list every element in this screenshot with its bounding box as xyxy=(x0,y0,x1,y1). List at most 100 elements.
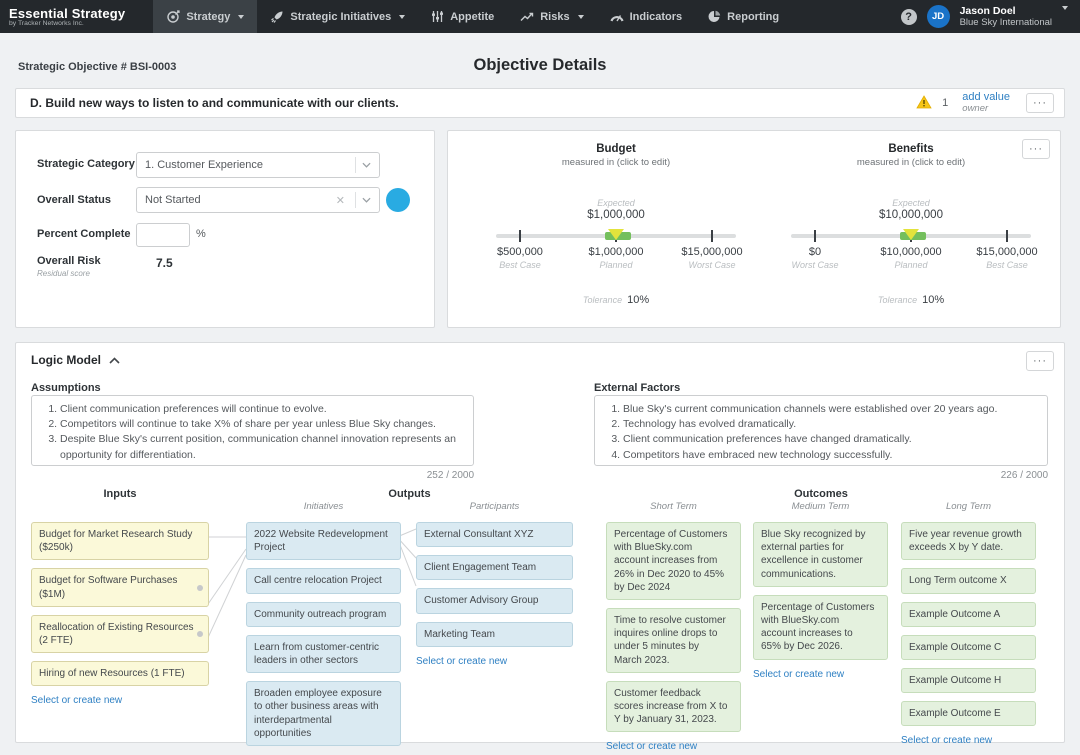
risk-value: 7.5 xyxy=(156,256,173,270)
percent-suffix: % xyxy=(196,228,206,240)
outcome-item[interactable]: Example Outcome H xyxy=(901,667,1036,694)
caret-down-icon xyxy=(577,14,584,19)
select-or-create-link[interactable]: Select or create new xyxy=(606,741,741,752)
external-factors-textarea[interactable]: Blue Sky's current communication channel… xyxy=(594,395,1048,466)
outcomes-header: Outcomes xyxy=(794,488,848,500)
objective-more-button[interactable]: ··· xyxy=(1026,93,1054,113)
nav-item-strategic-initiatives[interactable]: Strategic Initiatives xyxy=(257,0,418,33)
add-value-link[interactable]: add value xyxy=(962,91,1010,103)
select-or-create-link[interactable]: Select or create new xyxy=(901,735,1036,746)
outcome-item[interactable]: Time to resolve customer inquires online… xyxy=(606,607,741,673)
status-select[interactable]: Not Started ✕ xyxy=(136,187,380,213)
user-menu[interactable]: Jason Doel Blue Sky International xyxy=(960,5,1052,28)
nav-item-appetite[interactable]: Appetite xyxy=(418,0,507,33)
budget-slider[interactable] xyxy=(496,229,736,243)
caret-down-icon xyxy=(238,14,245,19)
outcome-item[interactable]: Blue Sky recognized by external parties … xyxy=(753,522,888,587)
assumptions-label: Assumptions xyxy=(31,382,101,394)
chevron-up-icon[interactable] xyxy=(109,356,120,364)
percent-input[interactable] xyxy=(136,223,190,247)
input-item[interactable]: Reallocation of Existing Resources (2 FT… xyxy=(31,614,209,654)
pie-chart-icon xyxy=(708,10,721,23)
tick-value: $500,000 xyxy=(497,246,543,258)
budget-measure: Budget measured in (click to edit) Expec… xyxy=(496,131,743,306)
outcome-item[interactable]: Long Term outcome X xyxy=(901,568,1036,594)
benefits-tolerance: Tolerance 10% xyxy=(791,294,1031,306)
warning-icon xyxy=(916,94,932,112)
nav-item-indicators[interactable]: Indicators xyxy=(597,0,696,33)
benefits-expected-label: Expected xyxy=(892,198,930,208)
percent-label: Percent Complete xyxy=(37,228,131,240)
initiative-item[interactable]: Community outreach program xyxy=(246,601,401,627)
outcome-item[interactable]: Example Outcome A xyxy=(901,601,1036,627)
initiative-item[interactable]: Broaden employee exposure to other busin… xyxy=(246,681,401,746)
initiatives-column: Initiatives 2022 Website Redevelopment P… xyxy=(246,501,401,755)
target-icon xyxy=(166,9,180,24)
long-term-column: Long Term Five year revenue growth excee… xyxy=(901,501,1036,746)
benefits-title: Benefits xyxy=(888,143,934,155)
select-or-create-link[interactable]: Select or create new xyxy=(31,695,209,706)
participant-item[interactable]: External Consultant XYZ xyxy=(416,522,573,548)
tick-value: $0 xyxy=(808,246,822,258)
caret-down-icon xyxy=(1062,6,1068,10)
external-factors-label: External Factors xyxy=(594,382,681,394)
category-label: Strategic Category xyxy=(37,158,135,170)
status-label: Overall Status xyxy=(37,194,111,206)
status-value: Not Started xyxy=(145,194,201,206)
nav-item-strategy[interactable]: Strategy xyxy=(153,0,258,33)
nav-item-label: Strategic Initiatives xyxy=(290,10,392,23)
connector-dot-icon[interactable] xyxy=(197,584,203,591)
top-nav: Essential Strategy by Tracker Networks I… xyxy=(0,0,1080,33)
medium-term-subheader: Medium Term xyxy=(791,501,850,512)
category-select[interactable]: 1. Customer Experience xyxy=(136,152,380,178)
participant-item[interactable]: Client Engagement Team xyxy=(416,555,573,581)
benefits-expected-value: $10,000,000 xyxy=(879,209,943,221)
app-logo[interactable]: Essential Strategy by Tracker Networks I… xyxy=(0,0,135,33)
chevron-down-icon xyxy=(362,162,371,168)
short-term-column: Short Term Percentage of Customers with … xyxy=(606,501,741,752)
nav-item-label: Appetite xyxy=(450,10,495,23)
outcome-item[interactable]: Percentage of Customers with BlueSky.com… xyxy=(753,594,888,660)
nav-menu: Strategy Strategic Initiatives Appetite xyxy=(153,0,792,33)
budget-marker-icon[interactable] xyxy=(608,229,624,240)
select-or-create-link[interactable]: Select or create new xyxy=(753,669,888,680)
caret-down-icon xyxy=(399,14,406,19)
budget-subtitle[interactable]: measured in (click to edit) xyxy=(496,157,736,168)
inputs-header: Inputs xyxy=(103,488,137,500)
objective-bar: D. Build new ways to listen to and commu… xyxy=(15,88,1065,118)
connector-dot-icon[interactable] xyxy=(197,630,203,637)
short-term-subheader: Short Term xyxy=(650,501,697,512)
gauge-icon xyxy=(610,11,624,23)
benefits-marker-icon[interactable] xyxy=(903,229,919,240)
nav-item-reporting[interactable]: Reporting xyxy=(695,0,792,33)
initiative-item[interactable]: Call centre relocation Project xyxy=(246,568,401,594)
input-item[interactable]: Budget for Market Research Study ($250k) xyxy=(31,522,209,561)
participant-item[interactable]: Customer Advisory Group xyxy=(416,588,573,614)
benefits-subtitle[interactable]: measured in (click to edit) xyxy=(791,157,1031,168)
assumptions-textarea[interactable]: Client communication preferences will co… xyxy=(31,395,474,466)
outcome-item[interactable]: Five year revenue growth exceeds X by Y … xyxy=(901,522,1036,561)
objective-title: D. Build new ways to listen to and commu… xyxy=(30,96,399,110)
logic-model-header[interactable]: Logic Model xyxy=(31,353,120,367)
logic-more-button[interactable]: ··· xyxy=(1026,351,1054,371)
outcome-item[interactable]: Example Outcome E xyxy=(901,701,1036,727)
clear-icon[interactable]: ✕ xyxy=(332,194,349,207)
avatar[interactable]: JD xyxy=(926,5,950,28)
outcome-item[interactable]: Percentage of Customers with BlueSky.com… xyxy=(606,522,741,600)
warning-wrap[interactable]: 1 xyxy=(916,94,948,112)
select-or-create-link[interactable]: Select or create new xyxy=(416,656,573,667)
participant-item[interactable]: Marketing Team xyxy=(416,621,573,647)
outcome-item[interactable]: Customer feedback scores increase from X… xyxy=(606,680,741,733)
medium-term-column: Medium Term Blue Sky recognized by exter… xyxy=(753,501,888,680)
benefits-slider[interactable] xyxy=(791,229,1031,243)
assumption-item: Competitors will continue to take X% of … xyxy=(60,417,465,432)
page-title: Objective Details xyxy=(473,56,607,74)
nav-item-risks[interactable]: Risks xyxy=(507,0,596,33)
initiative-item[interactable]: 2022 Website Redevelopment Project xyxy=(246,522,401,561)
input-item[interactable]: Hiring of new Resources (1 FTE) xyxy=(31,661,209,687)
outcome-item[interactable]: Example Outcome C xyxy=(901,634,1036,660)
initiative-item[interactable]: Learn from customer-centric leaders in o… xyxy=(246,634,401,674)
tick-case: Planned xyxy=(894,260,928,270)
input-item[interactable]: Budget for Software Purchases ($1M) xyxy=(31,568,209,607)
help-icon[interactable]: ? xyxy=(900,8,917,25)
